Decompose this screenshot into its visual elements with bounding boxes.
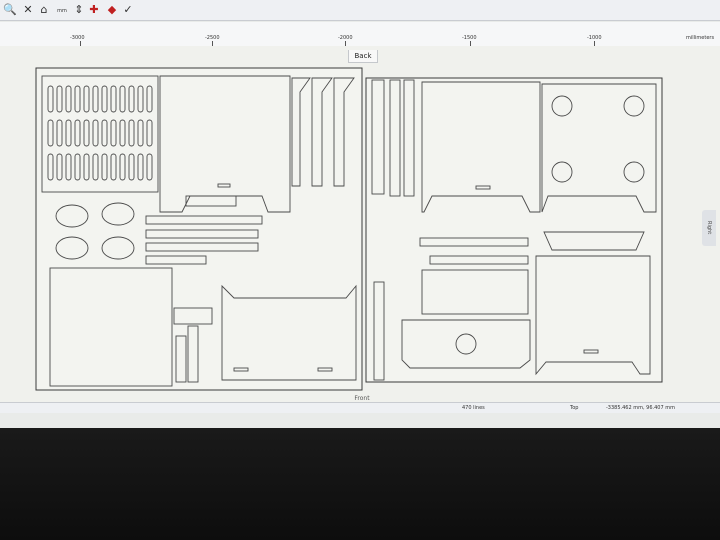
right-view-tab[interactable]: Right: [702, 210, 716, 246]
status-bar: 470 lines Top -3385.462 mm, 96.407 mm: [0, 402, 720, 413]
cursor-coordinates: -3385.462 mm, 96.407 mm: [606, 405, 675, 411]
cut-layout: [35, 67, 663, 391]
line-count: 470 lines: [462, 405, 485, 411]
monitor-bezel: [0, 428, 720, 540]
laser-cad-window: 🔍 ✕ ⌂ mm ⇕ ✚ ◆ ✓ -3000 -2500 -2000 -1500…: [0, 0, 720, 428]
left-sheet[interactable]: [35, 67, 363, 391]
right-sheet[interactable]: [365, 77, 663, 383]
back-view-tab[interactable]: Back: [348, 50, 378, 63]
view-indicator: Top: [570, 405, 579, 411]
